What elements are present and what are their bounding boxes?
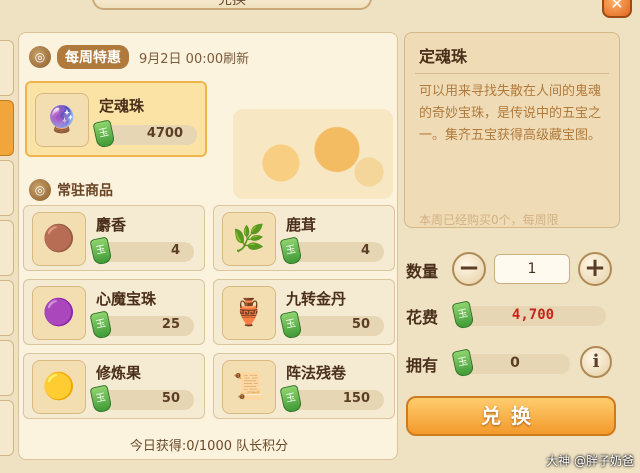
- jade-token-icon: 玉: [279, 310, 303, 340]
- item-card[interactable]: 🟣 心魔宝珠 玉 25: [23, 279, 205, 345]
- info-button[interactable]: i: [580, 346, 612, 378]
- item-price: 50: [161, 391, 180, 406]
- item-name: 阵法残卷: [286, 364, 347, 382]
- price-bar: 玉 150: [279, 384, 384, 414]
- cultivation-fruit-icon: 🟡: [32, 360, 86, 414]
- shop-panel: ◎ 每周特惠 9月2日 00:00刷新 🔮 定魂珠 玉 4700 ◎ 常驻商品 …: [18, 32, 398, 460]
- window-title: 兑换: [92, 0, 372, 10]
- regular-label: 常驻商品: [57, 183, 113, 199]
- jade-token-icon: 玉: [92, 119, 116, 149]
- exchange-button[interactable]: 兑换: [406, 396, 616, 436]
- price-bar: 玉 4: [279, 236, 384, 266]
- price-bar: 玉 50: [89, 384, 194, 414]
- price-bar: 玉 4: [89, 236, 194, 266]
- golden-elixir-icon: 🏺: [222, 286, 276, 340]
- jade-token-icon: 玉: [89, 384, 113, 414]
- daily-points-text: 今日获得:0/1000 队长积分: [129, 439, 289, 454]
- side-tab-strip: [0, 30, 14, 460]
- detail-title: 定魂珠: [419, 47, 468, 66]
- detail-description: 可以用来寻找失散在人间的鬼魂的奇妙宝珠，是传说中的五宝之一。集齐五宝获得高级藏宝…: [419, 84, 602, 143]
- owned-label: 拥有: [406, 356, 439, 375]
- item-card[interactable]: 🌿 鹿茸 玉 4: [213, 205, 395, 271]
- exchange-window: 兑换 ✕ ◎ 每周特惠 9月2日 00:00刷新 🔮 定魂珠 玉 4700 ◎ …: [0, 0, 640, 473]
- swirl-icon: ◎: [29, 179, 51, 201]
- side-tab-6[interactable]: [0, 340, 14, 396]
- scroll-icon: 📜: [222, 360, 276, 414]
- item-card[interactable]: 📜 阵法残卷 玉 150: [213, 353, 395, 419]
- item-detail-panel: 定魂珠 可以用来寻找失散在人间的鬼魂的奇妙宝珠，是传说中的五宝之一。集齐五宝获得…: [404, 32, 620, 228]
- weekly-header: ◎ 每周特惠 9月2日 00:00刷新: [29, 45, 249, 69]
- refresh-text: 9月2日 00:00刷新: [139, 51, 250, 67]
- item-price: 4: [170, 243, 180, 258]
- item-price: 4: [360, 243, 370, 258]
- jade-token-icon: 玉: [279, 384, 303, 414]
- side-tab-5[interactable]: [0, 280, 14, 336]
- watermark: 大神 @胖子奶爸: [546, 454, 634, 468]
- item-name: 修炼果: [96, 364, 142, 382]
- side-tab-2[interactable]: [0, 100, 14, 156]
- item-card[interactable]: 🏺 九转金丹 玉 50: [213, 279, 395, 345]
- side-tab-4[interactable]: [0, 220, 14, 276]
- item-name: 麝香: [96, 216, 127, 234]
- side-tab-7[interactable]: [0, 400, 14, 456]
- quantity-input[interactable]: [494, 254, 570, 284]
- item-price: 50: [351, 317, 370, 332]
- item-price: 150: [342, 391, 370, 406]
- item-price: 25: [161, 317, 180, 332]
- item-name: 定魂珠: [99, 97, 145, 115]
- owned-value: 0: [510, 355, 520, 371]
- regular-header: ◎ 常驻商品: [29, 179, 113, 201]
- item-name: 九转金丹: [286, 290, 347, 308]
- cost-label: 花费: [406, 308, 439, 327]
- weekly-label: 每周特惠: [57, 45, 129, 69]
- close-button[interactable]: ✕: [602, 0, 632, 18]
- musk-icon: 🟤: [32, 212, 86, 266]
- item-card[interactable]: 🟡 修炼果 玉 50: [23, 353, 205, 419]
- item-name: 心魔宝珠: [96, 290, 157, 308]
- side-tab-3[interactable]: [0, 160, 14, 216]
- cost-value: 4,700: [511, 307, 555, 323]
- divider: [415, 73, 609, 74]
- weekly-item-card[interactable]: 🔮 定魂珠 玉 4700: [25, 81, 207, 157]
- antler-icon: 🌿: [222, 212, 276, 266]
- gift-decoration: [233, 109, 393, 199]
- minus-button[interactable]: −: [452, 252, 486, 286]
- cost-bar: 玉 4,700: [451, 300, 606, 330]
- demon-orb-icon: 🟣: [32, 286, 86, 340]
- quantity-label: 数量: [406, 262, 439, 281]
- jade-token-icon: 玉: [89, 236, 113, 266]
- purchase-limit-text: 本周已经购买0个，每周限: [419, 213, 559, 227]
- price-bar: 玉 25: [89, 310, 194, 340]
- jade-token-icon: 玉: [89, 310, 113, 340]
- item-card[interactable]: 🟤 麝香 玉 4: [23, 205, 205, 271]
- swirl-icon: ◎: [29, 46, 51, 68]
- plus-button[interactable]: +: [578, 252, 612, 286]
- price-bar: 玉 4700: [92, 119, 197, 149]
- side-tab-1[interactable]: [0, 40, 14, 96]
- item-name: 鹿茸: [286, 216, 317, 234]
- item-price: 4700: [146, 126, 183, 141]
- soul-pearl-icon: 🔮: [35, 93, 89, 147]
- price-bar: 玉 50: [279, 310, 384, 340]
- jade-token-icon: 玉: [279, 236, 303, 266]
- owned-bar: 玉 0: [451, 348, 570, 378]
